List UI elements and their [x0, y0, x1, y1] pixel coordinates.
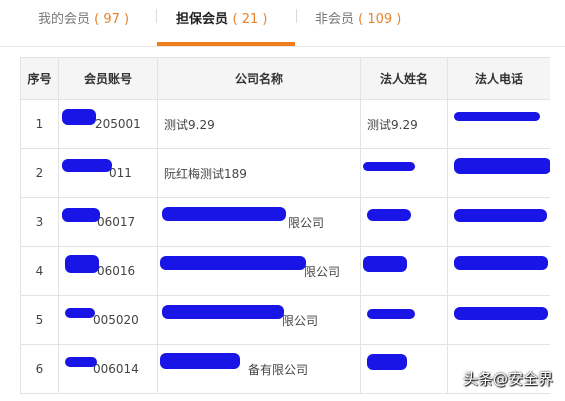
redaction-mark: [62, 208, 100, 222]
row-index: 4: [20, 246, 59, 296]
header-legal-phone: 法人电话: [447, 57, 550, 100]
row-legal-phone: [447, 295, 550, 345]
row-company: 限公司: [157, 246, 361, 296]
redaction-mark: [454, 307, 548, 320]
redaction-mark: [367, 309, 415, 319]
row-legal-phone: [447, 148, 550, 198]
table-row[interactable]: 2 011 阮红梅测试189: [20, 148, 550, 198]
tab-label: 非会员: [315, 12, 355, 27]
table-header-row: 序号 会员账号 公司名称 法人姓名 法人电话: [20, 57, 550, 100]
header-index: 序号: [20, 57, 59, 100]
tab-count: ( 21 ): [232, 12, 268, 27]
table-row[interactable]: 1 205001 测试9.29 测试9.29: [20, 99, 550, 149]
row-legal-name: [360, 148, 448, 198]
row-account: 205001: [58, 99, 158, 149]
watermark-text: 头条@安全界: [463, 370, 554, 388]
active-tab-indicator: [157, 42, 295, 46]
tab-guaranteed-members[interactable]: 担保会员 ( 21 ): [176, 8, 268, 27]
redaction-mark: [162, 206, 286, 221]
redaction-mark: [367, 354, 407, 370]
tab-count: ( 109 ): [358, 12, 402, 27]
member-table-container: 序号 会员账号 公司名称 法人姓名 法人电话 1 205001 测试9.29 测…: [20, 57, 550, 401]
redaction-mark: [367, 209, 411, 221]
row-legal-phone: [447, 99, 550, 149]
redaction-mark: [160, 255, 306, 270]
row-account: 06016: [58, 246, 158, 296]
row-legal-name: [360, 344, 448, 394]
row-account: 006014: [58, 344, 158, 394]
redaction-mark: [65, 255, 99, 273]
redaction-mark: [62, 109, 96, 125]
row-legal-name: 测试9.29: [360, 99, 448, 149]
tab-my-members[interactable]: 我的会员 ( 97 ): [38, 8, 129, 27]
redaction-mark: [62, 159, 112, 172]
row-index: 5: [20, 295, 59, 345]
redaction-mark: [363, 256, 407, 272]
member-tabs: 我的会员 ( 97 ) 担保会员 ( 21 ) 非会员 ( 109 ): [0, 0, 565, 47]
table-row[interactable]: 3 06017 限公司: [20, 197, 550, 247]
row-legal-name: [360, 197, 448, 247]
redaction-mark: [454, 209, 547, 222]
row-legal-name: [360, 246, 448, 296]
row-legal-name: [360, 295, 448, 345]
tab-non-members[interactable]: 非会员 ( 109 ): [315, 8, 401, 27]
redaction-mark: [65, 357, 97, 367]
table-row[interactable]: 4 06016 限公司: [20, 246, 550, 296]
redaction-mark: [454, 158, 550, 174]
redaction-mark: [454, 112, 540, 121]
redaction-mark: [454, 256, 548, 270]
header-legal-name: 法人姓名: [360, 57, 448, 100]
row-company: 备有限公司: [157, 344, 361, 394]
row-company: 测试9.29: [157, 99, 361, 149]
row-index: 2: [20, 148, 59, 198]
row-company: 限公司: [157, 197, 361, 247]
row-legal-phone: [447, 197, 550, 247]
header-account: 会员账号: [58, 57, 158, 100]
redaction-mark: [363, 162, 415, 171]
row-account: 005020: [58, 295, 158, 345]
row-index: 3: [20, 197, 59, 247]
row-company: 阮红梅测试189: [157, 148, 361, 198]
row-index: 1: [20, 99, 59, 149]
row-legal-phone: [447, 246, 550, 296]
row-account: 011: [58, 148, 158, 198]
redaction-mark: [65, 308, 95, 318]
tab-divider: [296, 9, 297, 23]
row-index: 6: [20, 344, 59, 394]
tab-label: 我的会员: [38, 12, 91, 27]
tab-count: ( 97 ): [94, 12, 130, 27]
redaction-mark: [160, 352, 240, 369]
table-row[interactable]: 5 005020 限公司: [20, 295, 550, 345]
tab-divider: [156, 9, 157, 23]
row-company: 限公司: [157, 295, 361, 345]
redaction-mark: [162, 304, 284, 319]
tab-label: 担保会员: [176, 12, 229, 27]
row-account: 06017: [58, 197, 158, 247]
header-company: 公司名称: [157, 57, 361, 100]
member-table: 序号 会员账号 公司名称 法人姓名 法人电话 1 205001 测试9.29 测…: [20, 57, 550, 394]
